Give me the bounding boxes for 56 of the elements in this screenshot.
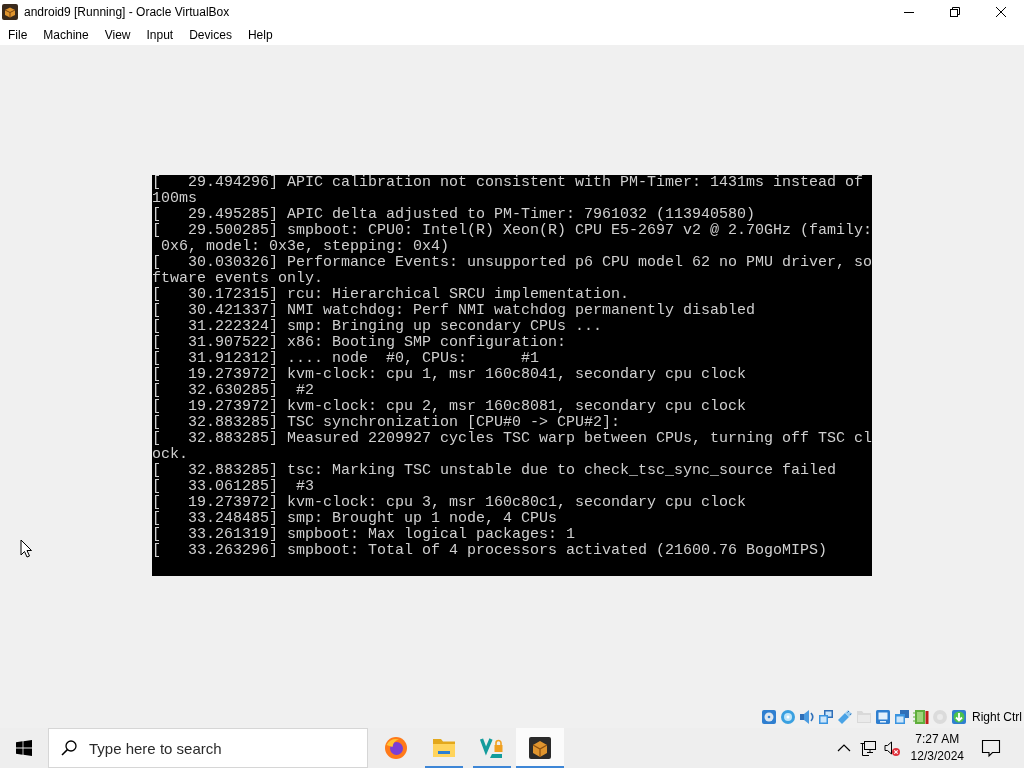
menu-item[interactable]: Help bbox=[239, 24, 281, 45]
console-line: [ 31.222324] smp: Bringing up secondary CPUs ... bbox=[152, 319, 604, 335]
console-line: [ 31.907522] x86: Booting SMP configuration: bbox=[152, 335, 568, 351]
console-line: 0x6, model: 0x3e, stepping: 0x4) bbox=[160, 239, 451, 255]
console-line: [ 32.883285] Measured 2209927 cycles TSC warp between CPUs, turning off TSC cl bbox=[152, 431, 872, 447]
restore-icon bbox=[950, 7, 960, 17]
menu-item[interactable]: Devices bbox=[181, 24, 240, 45]
close-icon bbox=[996, 7, 1006, 17]
console-line: [ 19.273972] kvm-clock: cpu 2, msr 160c8081, secondary cpu clock bbox=[152, 399, 748, 415]
console-line: [ 33.061285] #3 bbox=[152, 479, 316, 495]
cube-icon bbox=[2, 4, 18, 20]
cube-icon bbox=[528, 736, 552, 760]
search-icon bbox=[61, 740, 77, 756]
console-line: [ 29.495285] APIC delta adjusted to PM-Timer: 7961032 (113940580) bbox=[152, 207, 757, 223]
clock-button[interactable]: 7:27 AM 12/3/2024 bbox=[903, 728, 971, 768]
console-line: [ 31.912312] .... node #0, CPUs: #1 bbox=[152, 351, 541, 367]
monitor-icon bbox=[859, 740, 876, 756]
host-key-label: Right Ctrl bbox=[972, 710, 1022, 724]
console-line: [ 33.261319] smpboot: Max logical packages: 1 bbox=[152, 527, 577, 543]
console-line: [ 29.500285] smpboot: CPU0: Intel(R) Xeon(R) CPU E5-2697 v2 @ 2.70GHz (family: bbox=[152, 223, 872, 239]
stacked-windows-icon[interactable] bbox=[894, 709, 910, 725]
console-line: [ 30.421337] NMI watchdog: Perf NMI watchdog permanently disabled bbox=[152, 303, 757, 319]
console-line: ock. bbox=[152, 447, 189, 463]
taskbar-app-button[interactable] bbox=[516, 728, 564, 768]
swirl-globe-icon bbox=[384, 736, 408, 760]
menu-item[interactable]: File bbox=[0, 24, 36, 45]
monitor-icon[interactable] bbox=[875, 709, 891, 725]
menu-item[interactable]: Input bbox=[138, 24, 182, 45]
speech-bubble-icon bbox=[981, 738, 1001, 758]
search-field[interactable]: Type here to search bbox=[48, 728, 368, 768]
console-line: [ 19.273972] kvm-clock: cpu 1, msr 160c8041, secondary cpu clock bbox=[152, 367, 748, 383]
console-line: ftware events only. bbox=[152, 271, 325, 287]
usb-stick-icon[interactable] bbox=[837, 709, 853, 725]
console-line: [ 32.630285] #2 bbox=[152, 383, 316, 399]
speaker-icon[interactable] bbox=[799, 709, 815, 725]
folder-icon bbox=[432, 736, 456, 760]
menu-item[interactable]: View bbox=[96, 24, 139, 45]
arrow-down-icon[interactable] bbox=[951, 709, 967, 725]
console-line: [ 33.248485] smp: Brought up 1 node, 4 CPUs bbox=[152, 511, 559, 527]
network-icon[interactable] bbox=[818, 709, 834, 725]
console-line: [ 30.172315] rcu: Hierarchical SRCU implementation. bbox=[152, 287, 631, 303]
console-line: 100ms bbox=[152, 191, 198, 207]
mouse-pointer-icon bbox=[20, 539, 33, 558]
drive-icon[interactable] bbox=[761, 709, 777, 725]
console-line: [ 32.883285] TSC synchronization [CPU#0 -> CPU#2]: bbox=[152, 415, 622, 431]
menu-item[interactable]: Machine bbox=[35, 24, 97, 45]
console-line: [ 32.883285] tsc: Marking TSC unstable due to check_tsc_sync_source failed bbox=[152, 463, 838, 479]
console-line: [ 33.263296] smpboot: Total of 4 processors activated (21600.76 BogoMIPS) bbox=[152, 543, 829, 559]
chip-icon[interactable] bbox=[913, 709, 929, 725]
window-title: android9 [Running] - Oracle VirtualBox bbox=[24, 5, 231, 19]
console-line: [ 29.494296] APIC calibration not consistent with PM-Timer: 1431ms instead of bbox=[152, 175, 865, 191]
console-line: [ 30.030326] Performance Events: unsupported p6 CPU model 62 no PMU driver, so bbox=[152, 255, 872, 271]
chevron-logo-icon bbox=[480, 736, 504, 760]
window-panes-icon bbox=[16, 740, 32, 756]
disc-icon[interactable] bbox=[780, 709, 796, 725]
console-line: [ 19.273972] kvm-clock: cpu 3, msr 160c80c1, secondary cpu clock bbox=[152, 495, 748, 511]
